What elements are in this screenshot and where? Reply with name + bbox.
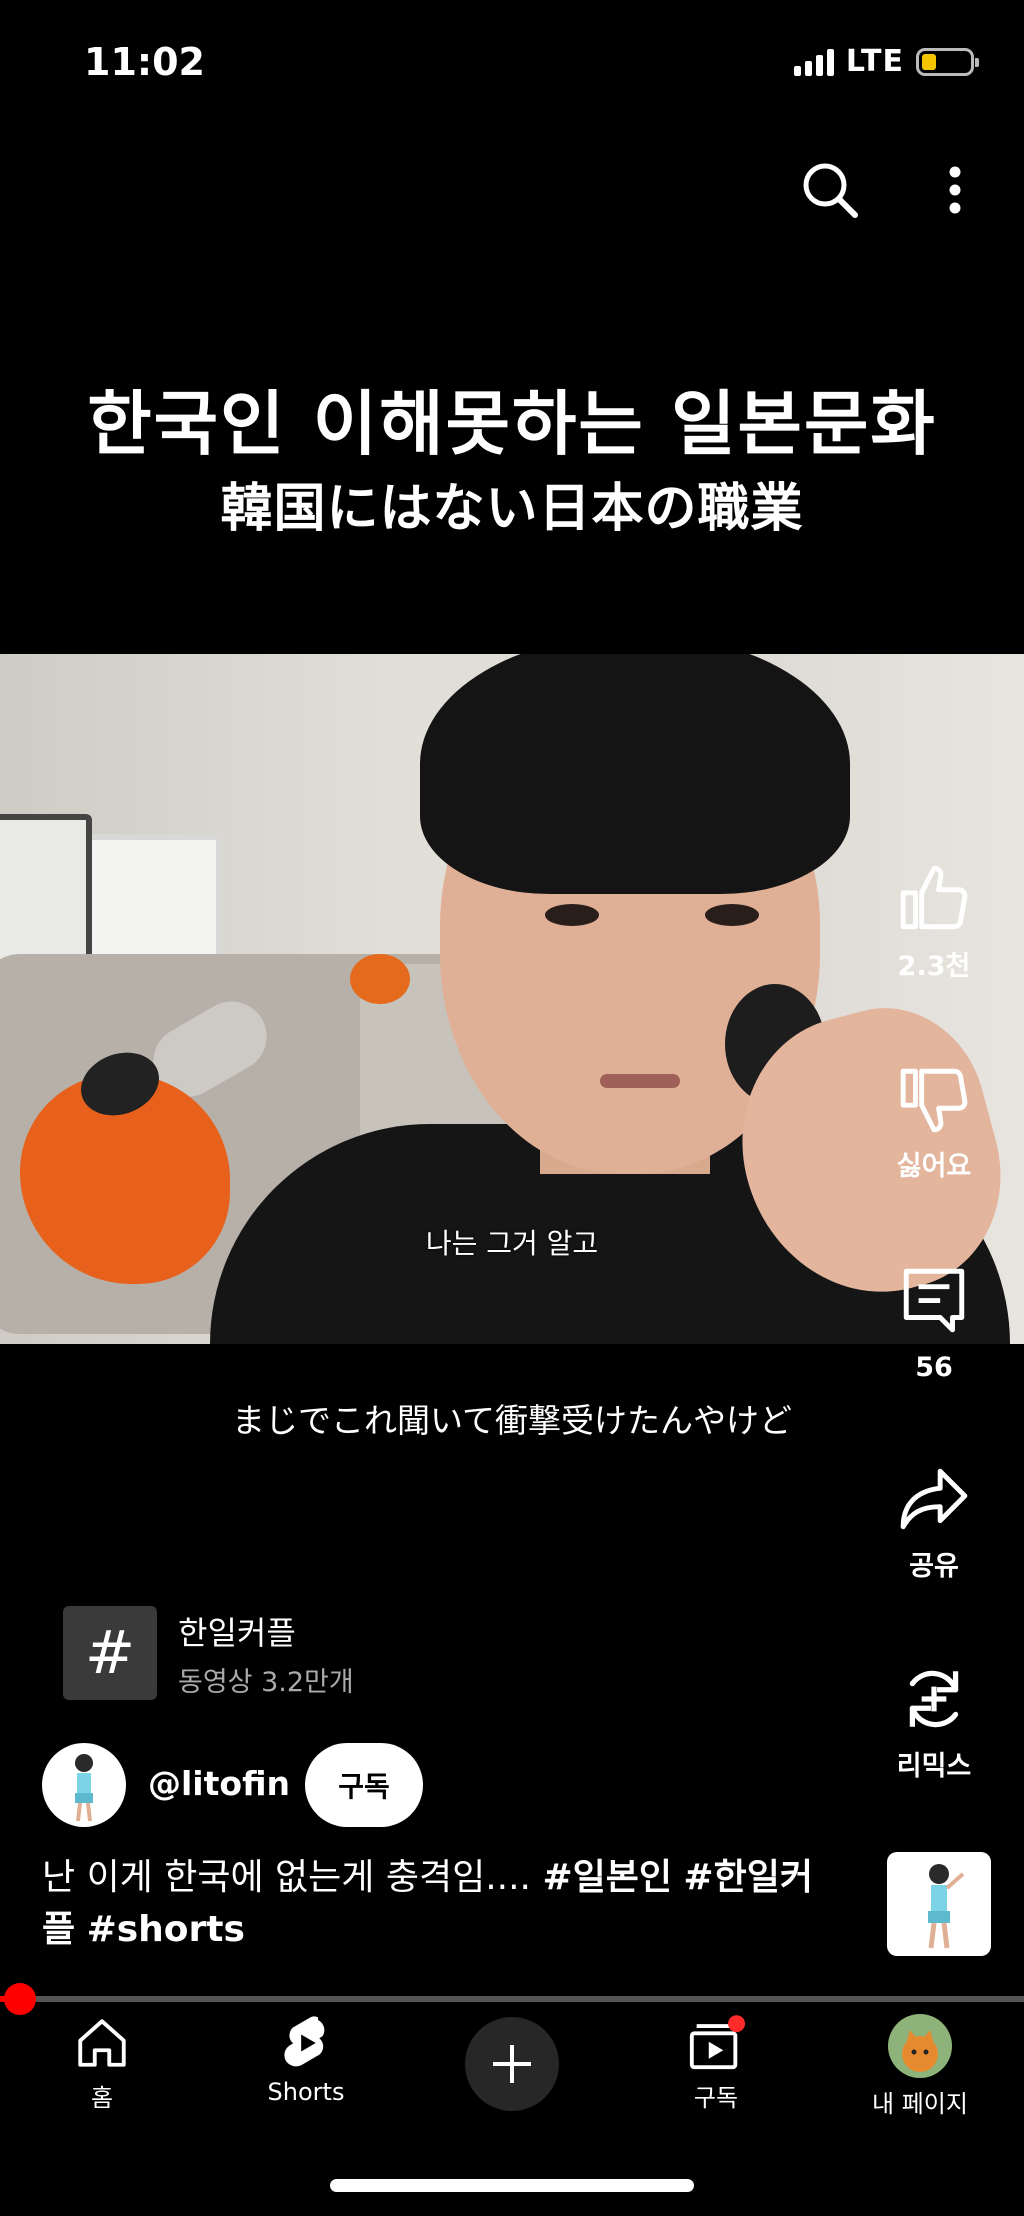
remix-label: 리믹스	[896, 1751, 972, 1782]
nav-subscriptions[interactable]: 구독	[646, 2014, 786, 2113]
comment-count: 56	[915, 1352, 953, 1383]
profile-avatar-icon	[888, 2014, 952, 2078]
hashtag-link[interactable]: #일본인	[542, 1857, 672, 1898]
create-button[interactable]	[465, 2017, 559, 2111]
video-subtitle-korean: 나는 그거 알고	[425, 1227, 599, 1260]
nav-subscriptions-label: 구독	[693, 2084, 739, 2112]
sound-thumbnail[interactable]	[887, 1852, 991, 1956]
nav-profile-label: 내 페이지	[872, 2090, 968, 2118]
remix-button[interactable]: 리믹스	[874, 1662, 994, 1783]
dislike-button[interactable]: 싫어요	[874, 1062, 994, 1183]
remix-icon	[909, 1670, 959, 1728]
video-title-korean: 한국인 이해못하는 일본문화	[87, 383, 937, 465]
video-player[interactable]: 나는 그거 알고	[0, 654, 1024, 1344]
share-label: 공유	[909, 1551, 959, 1582]
progress-scrubber[interactable]	[4, 1983, 37, 2015]
share-button[interactable]: 공유	[874, 1462, 994, 1583]
nav-shorts[interactable]: Shorts	[236, 2014, 376, 2106]
hashtag-video-count: 동영상 3.2만개	[178, 1667, 354, 1698]
comments-button[interactable]: 56	[874, 1262, 994, 1383]
channel-avatar[interactable]	[42, 1743, 126, 1827]
thumbs-down-icon	[900, 1068, 968, 1133]
video-description[interactable]: 난 이게 한국에 없는게 충격임.... #일본인 #한일커플 #shorts	[42, 1852, 842, 1956]
subscriptions-icon	[689, 2015, 745, 2070]
nav-home[interactable]: 홈	[32, 2014, 172, 2113]
thumbs-up-icon	[900, 865, 968, 930]
hashtag-name[interactable]: 한일커플	[178, 1608, 296, 1654]
notification-dot	[728, 2015, 745, 2033]
status-time: 11:02	[84, 40, 205, 84]
share-icon	[900, 1468, 968, 1530]
home-indicator	[330, 2179, 694, 2192]
like-count: 2.3천	[897, 951, 971, 982]
status-indicators: LTE	[793, 44, 979, 79]
subscribe-button[interactable]: 구독	[305, 1743, 423, 1827]
plus-icon	[493, 2045, 531, 2083]
description-text: 난 이게 한국에 없는게 충격임....	[42, 1857, 543, 1898]
hashtag-link[interactable]: #shorts	[87, 1909, 245, 1950]
dislike-label: 싫어요	[896, 1151, 972, 1182]
nav-home-label: 홈	[90, 2084, 114, 2112]
hashtag-icon[interactable]: #	[63, 1606, 157, 1700]
search-icon	[803, 163, 858, 218]
signal-icon	[793, 48, 834, 76]
video-subtitle-japanese: まじでこれ聞いて衝撃受けたんやけど	[231, 1401, 792, 1440]
nav-profile[interactable]: 내 페이지	[850, 2014, 990, 2119]
search-button[interactable]	[790, 150, 870, 230]
home-icon	[78, 2019, 126, 2067]
more-options-button[interactable]	[930, 150, 980, 230]
more-vert-icon	[949, 166, 961, 214]
nav-shorts-label: Shorts	[267, 2078, 345, 2106]
channel-handle[interactable]: @litofin	[148, 1764, 290, 1803]
like-button[interactable]: 2.3천	[874, 862, 994, 983]
comment-icon	[903, 1268, 965, 1333]
battery-icon	[916, 47, 979, 76]
network-label: LTE	[845, 44, 904, 79]
progress-track[interactable]	[0, 1996, 1024, 2002]
video-title-japanese: 韓国にはない日本の職業	[220, 479, 804, 539]
shorts-icon	[284, 2016, 325, 2067]
